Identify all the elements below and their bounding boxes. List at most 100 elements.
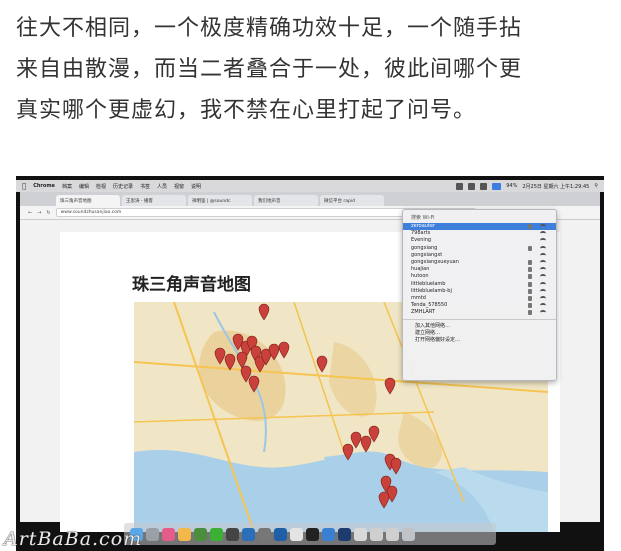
- wifi-network-item[interactable]: Tenda_578550: [403, 302, 556, 309]
- menu-item[interactable]: 视窗: [174, 183, 184, 190]
- lock-icon: [528, 288, 532, 294]
- apple-icon[interactable]: : [22, 182, 26, 190]
- wifi-network-name: gongxiang: [411, 244, 438, 251]
- status-app-icon[interactable]: [456, 182, 464, 190]
- lock-icon: [528, 267, 532, 273]
- photos-icon[interactable]: [178, 527, 191, 541]
- wifi-signal-icon: [540, 310, 546, 315]
- app-icon[interactable]: [258, 527, 271, 541]
- menubar-clock[interactable]: 2月25日 星期六 上午1:29:45: [522, 183, 589, 190]
- back-icon[interactable]: ←: [28, 210, 32, 216]
- search-icon[interactable]: ⚲: [594, 183, 598, 189]
- wifi-network-item[interactable]: Evening: [403, 237, 556, 244]
- menu-item[interactable]: 人员: [157, 183, 167, 190]
- map-pin-icon[interactable]: [350, 431, 362, 449]
- map-pin-icon[interactable]: [248, 375, 260, 393]
- status-app-icon[interactable]: [468, 182, 476, 190]
- map-pin-icon[interactable]: [316, 355, 328, 373]
- menu-item[interactable]: 历史记录: [113, 183, 133, 190]
- menu-item[interactable]: 书签: [140, 183, 150, 190]
- mac-dock: [124, 523, 496, 545]
- menu-item-chrome[interactable]: Chrome: [33, 183, 55, 189]
- wifi-signal-icon: [540, 267, 546, 272]
- tab[interactable]: 王思涛 - 播客: [122, 195, 186, 206]
- map-pin-icon[interactable]: [236, 351, 248, 369]
- wifi-network-name: ZMHLART: [411, 309, 435, 316]
- wifi-network-item[interactable]: zeroauter: [403, 223, 556, 231]
- wifi-network-name: Tenda_578550: [411, 302, 448, 309]
- wifi-signal-icon: [540, 295, 546, 301]
- tab[interactable]: 祥明鉴 | @soundc: [188, 195, 252, 206]
- wifi-network-name: littlebluelamb-bj: [411, 287, 452, 294]
- screen-photo:  Chrome 档案 编辑 检视 历史记录 书签 人员 视窗 说明 94% 2…: [16, 176, 604, 551]
- lock-icon: [528, 224, 532, 229]
- music-icon[interactable]: [162, 527, 175, 541]
- wifi-network-name: gongxiangxt: [411, 251, 443, 258]
- app-icon[interactable]: [370, 527, 383, 541]
- tab[interactable]: 微信平台 rapid: [320, 195, 384, 206]
- wechat-icon[interactable]: [210, 527, 223, 541]
- tab-sound-map[interactable]: 珠三角声音地图: [56, 195, 120, 206]
- forward-icon[interactable]: →: [37, 210, 41, 216]
- reload-icon[interactable]: ↻: [46, 210, 50, 216]
- battery-percent[interactable]: 94%: [506, 183, 517, 189]
- lock-icon: [528, 281, 532, 287]
- wifi-signal-icon: [540, 224, 546, 229]
- map-pin-icon[interactable]: [278, 341, 290, 359]
- map-pin-icon[interactable]: [224, 353, 236, 371]
- wifi-network-item[interactable]: littlebluelamb-bj: [403, 288, 556, 295]
- wifi-signal-icon: [540, 259, 546, 265]
- wifi-network-item[interactable]: littlebluelamb: [403, 281, 556, 288]
- wifi-icon[interactable]: [492, 182, 502, 190]
- map-pin-icon[interactable]: [342, 443, 354, 461]
- app-icon[interactable]: [226, 527, 239, 541]
- article-line: 往大不相同，一个极度精确功效十足，一个随手拈: [16, 16, 523, 41]
- wifi-signal-icon: [540, 245, 546, 251]
- wifi-network-name: Evening: [411, 237, 432, 244]
- menu-item[interactable]: 档案: [62, 183, 72, 190]
- app-icon[interactable]: [386, 527, 399, 541]
- menu-item[interactable]: 检视: [96, 183, 106, 190]
- wifi-signal-icon: [540, 281, 546, 287]
- tab-strip: 珠三角声音地图 王思涛 - 播客 祥明鉴 | @soundc 我们地声音 微信平…: [20, 192, 600, 206]
- app-icon[interactable]: [274, 527, 287, 541]
- app-icon[interactable]: [322, 527, 335, 541]
- wifi-network-item[interactable]: gongxiangxueyuan: [403, 259, 556, 266]
- wifi-network-name: littlebluelamb: [411, 280, 446, 287]
- wifi-network-name: gongxiangxueyuan: [411, 258, 459, 265]
- wifi-network-item[interactable]: hutoon: [403, 273, 556, 280]
- map-pin-icon[interactable]: [258, 303, 270, 321]
- launchpad-icon[interactable]: [146, 527, 159, 541]
- app-icon[interactable]: [306, 527, 319, 541]
- app-icon[interactable]: [354, 527, 367, 541]
- status-app-icon[interactable]: [480, 182, 488, 190]
- app-icon[interactable]: [242, 527, 255, 541]
- map-pin-icon[interactable]: [268, 343, 280, 361]
- map-pin-icon[interactable]: [384, 377, 396, 395]
- wifi-network-item[interactable]: huajian: [403, 266, 556, 273]
- map-pin-icon[interactable]: [378, 491, 390, 509]
- trash-icon[interactable]: [402, 527, 415, 541]
- wifi-network-item[interactable]: 798arts: [403, 230, 556, 237]
- photoshop-icon[interactable]: [338, 527, 351, 541]
- menu-separator: [403, 319, 556, 321]
- lock-icon: [528, 274, 532, 280]
- menu-item[interactable]: 编辑: [79, 183, 89, 190]
- lock-icon: [528, 303, 532, 309]
- network-preferences-item[interactable]: 打开网络偏好设定…: [403, 337, 556, 344]
- mac-menubar:  Chrome 档案 编辑 检视 历史记录 书签 人员 视窗 说明 94% 2…: [16, 180, 604, 192]
- map-pin-icon[interactable]: [390, 457, 402, 475]
- menu-item[interactable]: 说明: [191, 183, 201, 190]
- wifi-network-item[interactable]: gongxiangxt: [403, 252, 556, 259]
- wifi-network-item[interactable]: gongxiang: [403, 245, 556, 252]
- map-pin-icon[interactable]: [360, 435, 372, 453]
- wifi-network-item[interactable]: mmtd: [403, 295, 556, 302]
- wifi-network-name: zeroauter: [411, 223, 436, 229]
- wifi-signal-icon: [540, 238, 546, 243]
- app-icon[interactable]: [290, 527, 303, 541]
- chrome-icon[interactable]: [194, 527, 207, 541]
- lock-icon: [528, 245, 532, 251]
- map-pin-icon[interactable]: [214, 347, 226, 365]
- wifi-network-item[interactable]: ZMHLART: [403, 309, 556, 316]
- tab[interactable]: 我们地声音: [254, 195, 318, 206]
